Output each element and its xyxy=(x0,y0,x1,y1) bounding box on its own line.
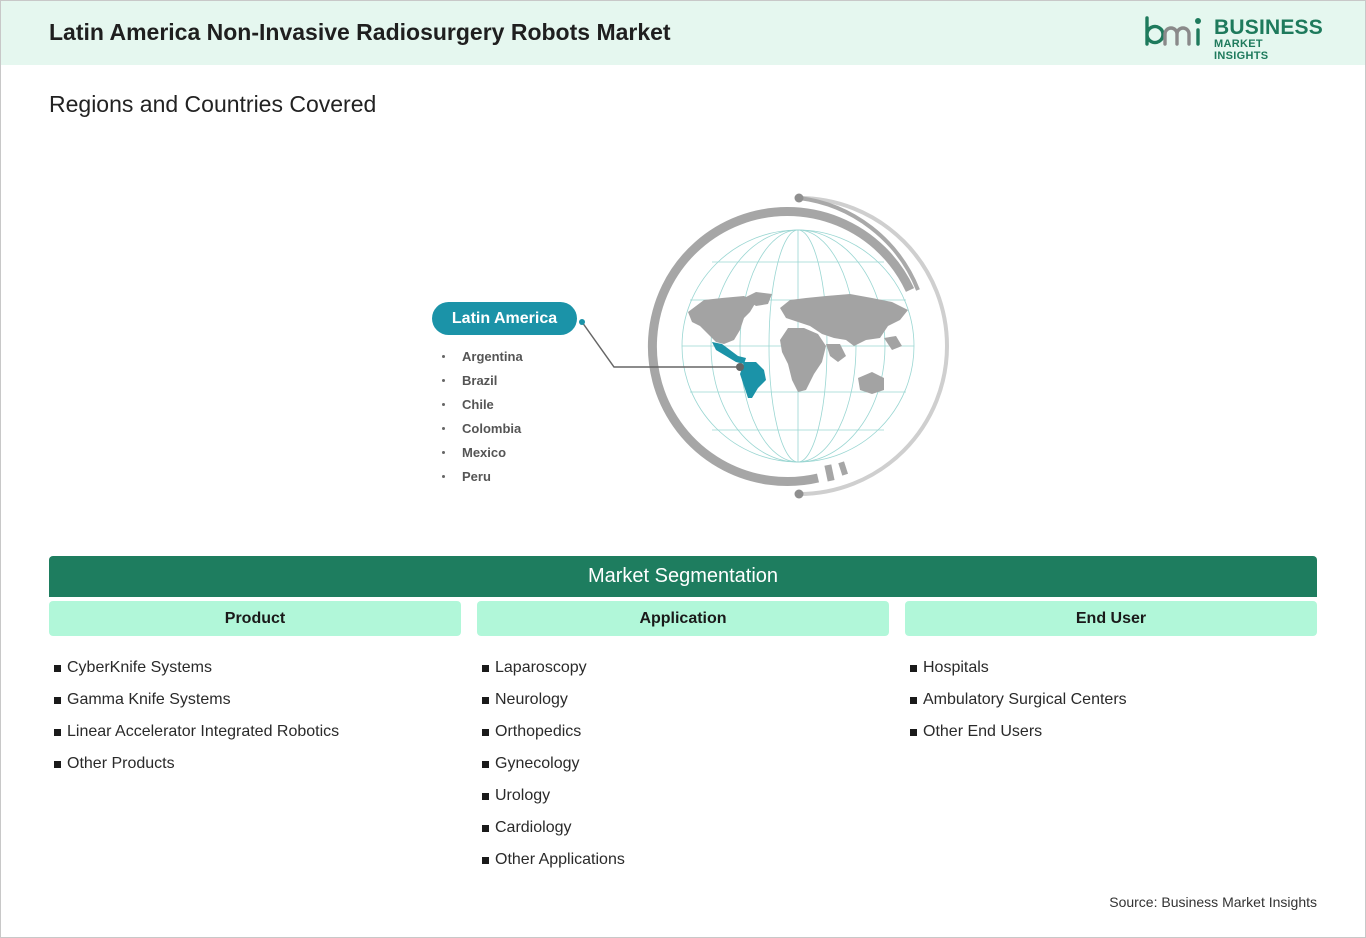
list-item-label: Urology xyxy=(495,787,551,804)
square-bullet-icon xyxy=(910,696,917,704)
list-item: Gynecology xyxy=(477,748,625,780)
square-bullet-icon xyxy=(54,664,61,672)
list-item-label: Laparoscopy xyxy=(495,659,587,676)
country-label: Argentina xyxy=(462,348,523,364)
list-item-label: Neurology xyxy=(495,691,568,708)
square-bullet-icon xyxy=(482,760,489,768)
list-item: Urology xyxy=(477,780,625,812)
list-item: Neurology xyxy=(477,684,625,716)
country-item: Colombia xyxy=(440,416,523,440)
page-title: Latin America Non-Invasive Radiosurgery … xyxy=(49,19,671,45)
brand-logo: BUSINESS MARKET INSIGHTS xyxy=(1144,14,1323,62)
bullet-dot-icon xyxy=(442,378,445,382)
bullet-dot-icon xyxy=(442,354,445,358)
square-bullet-icon xyxy=(54,696,61,704)
country-item: Brazil xyxy=(440,368,523,392)
list-item-label: Other Products xyxy=(67,755,175,772)
list-item: Gamma Knife Systems xyxy=(49,684,339,716)
end-user-segment-list: Hospitals Ambulatory Surgical Centers Ot… xyxy=(905,652,1127,748)
logo-text-business: BUSINESS xyxy=(1214,16,1323,39)
source-note: Source: Business Market Insights xyxy=(1109,894,1317,910)
list-item: Orthopedics xyxy=(477,716,625,748)
region-label-latin-america: Latin America xyxy=(432,302,577,335)
square-bullet-icon xyxy=(910,664,917,672)
country-label: Brazil xyxy=(462,372,498,388)
segment-heading-end-user: End User xyxy=(905,601,1317,636)
square-bullet-icon xyxy=(910,728,917,736)
square-bullet-icon xyxy=(482,856,489,864)
square-bullet-icon xyxy=(54,728,61,736)
list-item: Other End Users xyxy=(905,716,1127,748)
country-item: Chile xyxy=(440,392,523,416)
country-label: Chile xyxy=(462,396,494,412)
square-bullet-icon xyxy=(482,696,489,704)
segment-heading-application: Application xyxy=(477,601,889,636)
application-segment-list: Laparoscopy Neurology Orthopedics Gyneco… xyxy=(477,652,625,876)
square-bullet-icon xyxy=(482,728,489,736)
square-bullet-icon xyxy=(54,760,61,768)
list-item: Laparoscopy xyxy=(477,652,625,684)
list-item: Other Products xyxy=(49,748,339,780)
list-item-label: Linear Accelerator Integrated Robotics xyxy=(67,723,340,740)
list-item-label: Other Applications xyxy=(495,851,625,868)
country-item: Argentina xyxy=(440,344,523,368)
list-item-label: Ambulatory Surgical Centers xyxy=(923,691,1127,708)
country-label: Mexico xyxy=(462,444,507,460)
bullet-dot-icon xyxy=(442,474,445,478)
list-item: CyberKnife Systems xyxy=(49,652,339,684)
list-item: Hospitals xyxy=(905,652,1127,684)
bullet-dot-icon xyxy=(442,402,445,406)
list-item-label: Gynecology xyxy=(495,755,580,772)
list-item-label: CyberKnife Systems xyxy=(67,659,212,676)
product-segment-list: CyberKnife Systems Gamma Knife Systems L… xyxy=(49,652,339,780)
list-item: Ambulatory Surgical Centers xyxy=(905,684,1127,716)
list-item: Other Applications xyxy=(477,844,625,876)
country-label: Colombia xyxy=(462,420,522,436)
square-bullet-icon xyxy=(482,664,489,672)
list-item: Linear Accelerator Integrated Robotics xyxy=(49,716,339,748)
list-item-label: Gamma Knife Systems xyxy=(67,691,231,708)
market-segmentation-header: Market Segmentation xyxy=(49,556,1317,597)
country-list: Argentina Brazil Chile Colombia Mexico P… xyxy=(440,344,523,488)
country-label: Peru xyxy=(462,468,491,484)
bullet-dot-icon xyxy=(442,426,445,430)
list-item-label: Other End Users xyxy=(923,723,1043,740)
square-bullet-icon xyxy=(482,792,489,800)
bullet-dot-icon xyxy=(442,450,445,454)
country-item: Peru xyxy=(440,464,523,488)
country-item: Mexico xyxy=(440,440,523,464)
square-bullet-icon xyxy=(482,824,489,832)
list-item-label: Hospitals xyxy=(923,659,989,676)
list-item: Cardiology xyxy=(477,812,625,844)
list-item-label: Cardiology xyxy=(495,819,572,836)
regions-section-title: Regions and Countries Covered xyxy=(49,91,377,117)
logo-text-market-insights: MARKET INSIGHTS xyxy=(1214,38,1269,62)
bmi-logo-icon xyxy=(1145,16,1201,46)
segment-heading-product: Product xyxy=(49,601,461,636)
list-item-label: Orthopedics xyxy=(495,723,582,740)
